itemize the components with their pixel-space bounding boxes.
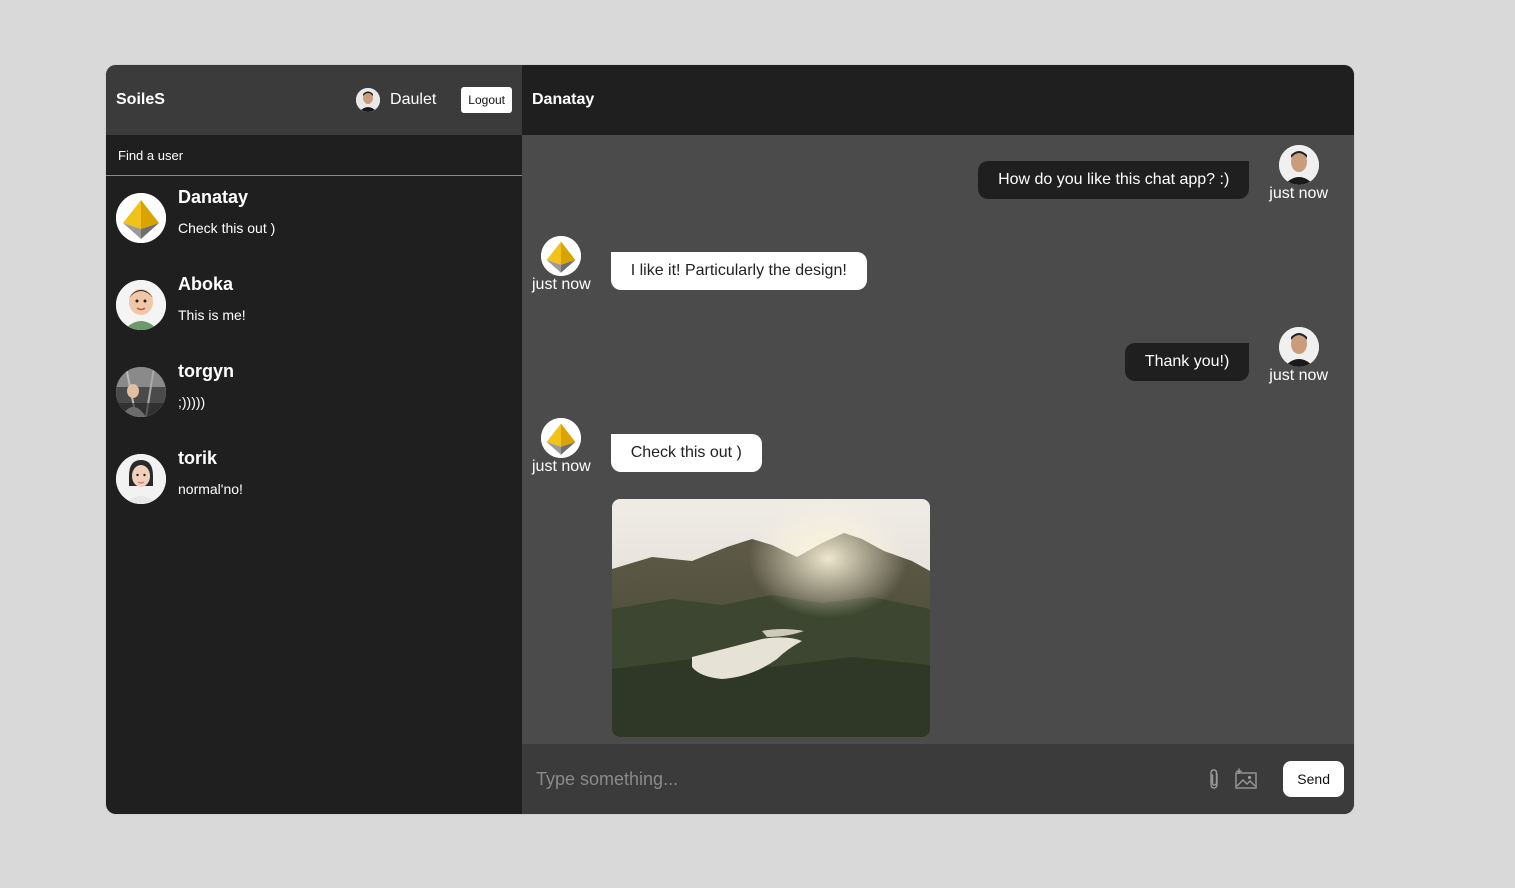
chat-panel: Danatay just now How do you like this ch… <box>522 65 1354 814</box>
user-search <box>106 135 522 176</box>
chat-last-message: normal'no! <box>178 481 243 497</box>
message-time: just now <box>1269 185 1328 202</box>
message-input[interactable] <box>534 767 1195 791</box>
pyramid-logo-avatar <box>541 418 582 458</box>
current-user-avatar <box>356 88 381 112</box>
pyramid-logo-avatar <box>116 193 166 243</box>
chat-last-message: Check this out ) <box>178 220 276 236</box>
message-bubble: Check this out ) <box>610 434 762 472</box>
message-other: just now Check this out ) <box>532 418 762 476</box>
mountain-lake-photo[interactable] <box>612 499 930 737</box>
chat-app-window: SoileS Daulet Logout Find a user Danatay… <box>106 65 1354 814</box>
logout-button[interactable]: Logout <box>461 87 512 113</box>
message-time: just now <box>1269 367 1328 384</box>
chat-list-item-torgyn[interactable]: torgyn ;))))) <box>106 350 522 437</box>
chat-name: Aboka <box>178 274 234 294</box>
message-input-bar: Send <box>522 744 1354 814</box>
message-bubble: Thank you!) <box>1124 343 1250 381</box>
pyramid-logo-avatar <box>541 236 582 276</box>
add-image-icon[interactable] <box>1234 767 1258 791</box>
send-button[interactable]: Send <box>1283 761 1344 797</box>
message-owner: just now How do you like this chat app? … <box>978 145 1328 203</box>
person-photo-avatar <box>116 367 166 417</box>
find-user-input[interactable] <box>106 147 522 163</box>
current-user: Daulet <box>356 88 436 112</box>
message-time: just now <box>532 276 591 293</box>
message-bubble: How do you like this chat app? :) <box>978 161 1250 199</box>
chat-header: Danatay <box>522 65 1354 135</box>
message-time: just now <box>532 458 591 475</box>
sidebar-navbar: SoileS Daulet Logout <box>106 65 522 135</box>
chat-title: Danatay <box>532 91 595 108</box>
current-user-name: Daulet <box>390 91 437 108</box>
chat-name: torik <box>178 448 218 468</box>
attach-file-icon[interactable] <box>1202 767 1226 791</box>
owner-avatar <box>1278 145 1319 185</box>
chat-last-message: This is me! <box>178 307 246 323</box>
chat-name: torgyn <box>178 361 234 381</box>
app-logo: SoileS <box>116 91 165 108</box>
chat-list-item-aboka[interactable]: Aboka This is me! <box>106 263 522 350</box>
baby-photo-avatar <box>116 280 166 330</box>
chat-name: Danatay <box>178 187 249 207</box>
message-list: just now How do you like this chat app? … <box>522 135 1354 744</box>
chat-last-message: ;))))) <box>178 394 206 410</box>
chat-list-item-torik[interactable]: torik normal'no! <box>106 437 522 524</box>
message-owner: just now Thank you!) <box>1124 327 1328 385</box>
chat-list-item-danatay[interactable]: Danatay Check this out ) <box>106 176 522 263</box>
owner-avatar <box>1278 327 1319 367</box>
message-bubble: I like it! Particularly the design! <box>610 252 867 290</box>
woman-photo-avatar <box>116 454 166 504</box>
sidebar: SoileS Daulet Logout Find a user Danatay… <box>106 65 522 814</box>
message-other: just now I like it! Particularly the des… <box>532 236 867 294</box>
